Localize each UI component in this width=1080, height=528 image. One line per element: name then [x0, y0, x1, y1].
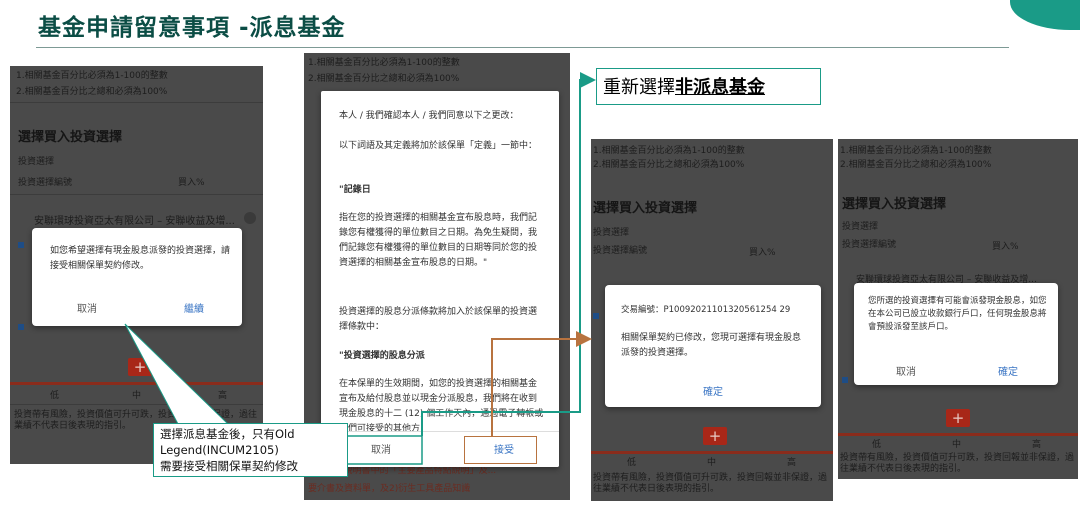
screen-4: 1.相關基金百分比必須為1-100的整數 2.相關基金百分比之總和必須為100%… [838, 139, 1078, 479]
cancel-button[interactable]: 取消 [876, 363, 936, 378]
dialog-message: 您所選的投資選擇有可能會派發現金股息，如您在本公司已設立收款銀行戶口，任何現金股… [868, 296, 1047, 332]
note-box: 選擇派息基金後，只有Old Legend(INCUM2105) 需要接受相關保單… [153, 423, 348, 477]
title-divider [36, 47, 1009, 48]
confirm-button[interactable]: 確定 [675, 383, 751, 398]
transaction-number: 交易編號：P10092021101320561254 29 [621, 305, 791, 315]
rule-2: 2.相關基金百分比之總和必須為100% [16, 87, 168, 97]
section-heading: 選擇買入投資選擇 [18, 130, 123, 145]
confirm-button[interactable]: 確定 [978, 363, 1038, 378]
dialog-message: 如您希望選擇有現金股息派發的投資選擇，請接受相關保單契約修改。 [50, 246, 231, 271]
continue-button[interactable]: 繼續 [154, 300, 234, 315]
dividend-prompt-dialog: 如您希望選擇有現金股息派發的投資選擇，請接受相關保單契約修改。 取消 繼續 [32, 228, 242, 326]
contract-amendment-dialog: 本人 / 我們確認本人 / 我們同意以下之更改： 以下詞語及其定義將加於該保單「… [321, 91, 559, 467]
corner-decoration [1010, 0, 1080, 30]
accept-highlight [464, 436, 537, 464]
screen-1: 1.相關基金百分比必須為1-100的整數 2.相關基金百分比之總和必須為100%… [10, 66, 263, 464]
page-title: 基金申請留意事項 -派息基金 [38, 15, 346, 41]
dialog-message: 相關保單契約已修改，您現可選擇有現金股息派發的投資選擇。 [621, 333, 802, 358]
info-icon [244, 212, 256, 224]
cancel-button[interactable]: 取消 [52, 300, 122, 315]
dividend-payment-dialog: 您所選的投資選擇有可能會派發現金股息，如您在本公司已設立收款銀行戶口，任何現金股… [854, 283, 1058, 385]
rule-1: 1.相關基金百分比必須為1-100的整數 [16, 71, 168, 81]
reselect-callout: 重新選擇非派息基金 [596, 68, 821, 105]
add-fund-button[interactable]: + [128, 358, 152, 376]
fund-name[interactable]: 安聯環球投資亞太有限公司 – 安聯收益及增... [34, 212, 235, 227]
confirmation-dialog: 交易編號：P10092021101320561254 29 相關保單契約已修改，… [605, 285, 821, 407]
cancel-button[interactable]: 取消 [341, 441, 421, 456]
screen-3: 1.相關基金百分比必須為1-100的整數 2.相關基金百分比之總和必須為100%… [591, 139, 833, 501]
